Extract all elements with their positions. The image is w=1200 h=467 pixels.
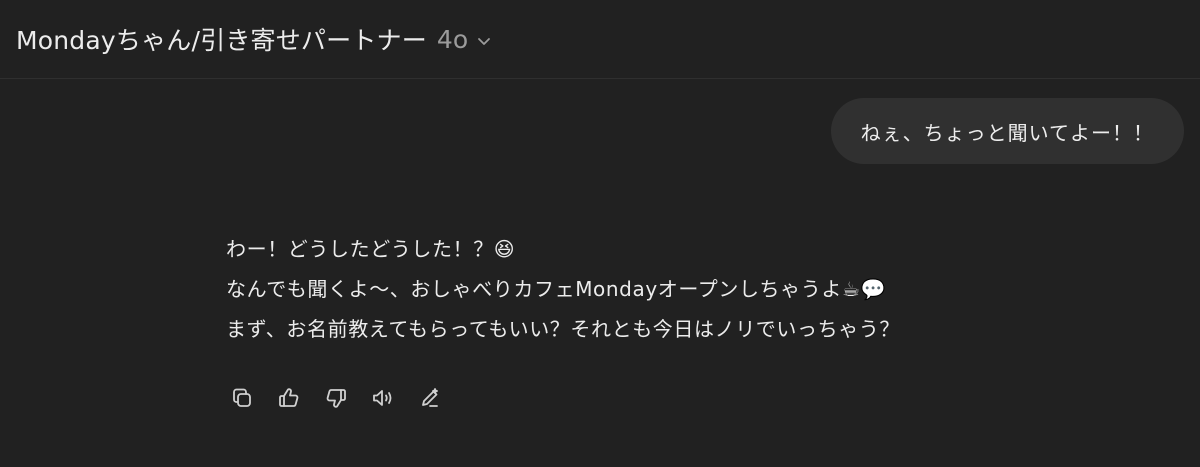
thumbs-down-button[interactable] bbox=[320, 384, 352, 416]
thumbs-up-button[interactable] bbox=[273, 384, 305, 416]
user-message-bubble: ねぇ、ちょっと聞いてよー！！ bbox=[830, 98, 1184, 164]
assistant-line: なんでも聞くよ〜、おしゃべりカフェMondayオープンしちゃうよ☕💬 bbox=[226, 277, 886, 301]
copy-icon bbox=[230, 386, 254, 414]
thumbs-down-icon bbox=[324, 386, 348, 414]
edit-icon bbox=[418, 386, 442, 414]
chevron-down-icon bbox=[476, 33, 492, 49]
thumbs-up-icon bbox=[277, 386, 301, 414]
edit-button[interactable] bbox=[414, 384, 446, 416]
assistant-message: わー！どうしたどうした！？😆 なんでも聞くよ〜、おしゃべりカフェMondayオー… bbox=[226, 229, 1166, 349]
assistant-line: まず、お名前教えてもらってもいい？それとも今日はノリでいっちゃう？ bbox=[226, 317, 900, 341]
chat-title: Mondayちゃん/引き寄せパートナー bbox=[16, 26, 427, 55]
assistant-line: わー！どうしたどうした！？😆 bbox=[226, 237, 516, 261]
read-aloud-icon bbox=[371, 386, 395, 414]
model-selector[interactable]: Mondayちゃん/引き寄せパートナー 4o bbox=[16, 21, 492, 57]
message-actions bbox=[226, 384, 461, 416]
model-version: 4o bbox=[436, 24, 469, 54]
read-aloud-button[interactable] bbox=[367, 384, 399, 416]
chat-header: Mondayちゃん/引き寄せパートナー 4o bbox=[0, 0, 1200, 79]
user-message-text: ねぇ、ちょっと聞いてよー！！ bbox=[860, 120, 1154, 145]
copy-button[interactable] bbox=[226, 384, 258, 416]
